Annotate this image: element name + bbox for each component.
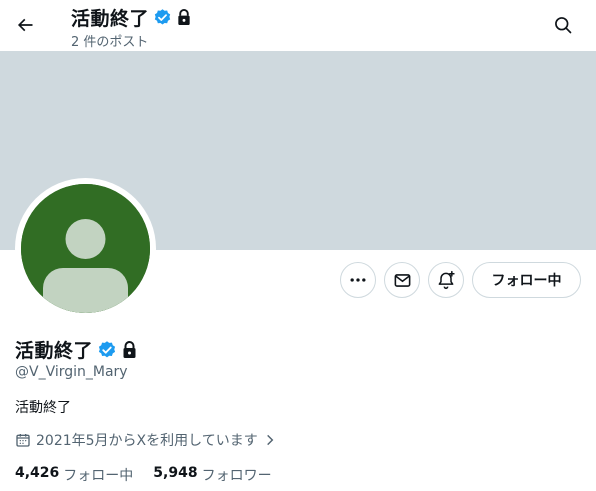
followers-count: 5,948 [153, 465, 198, 481]
joined-date: 2021年5月からXを利用しています [15, 430, 277, 450]
lock-icon [123, 340, 136, 358]
header-name: 活動終了 [71, 8, 150, 30]
search-button[interactable] [546, 8, 580, 42]
lock-icon [178, 9, 190, 26]
following-count: 4,426 [15, 465, 60, 481]
top-bar: 活動終了 2 件のポスト [0, 0, 596, 51]
post-count: 2 件のポスト [71, 35, 149, 50]
chevron-right-icon[interactable] [263, 433, 277, 447]
profile-display-name: 活動終了 [15, 336, 138, 363]
message-button[interactable] [384, 262, 420, 298]
message-icon [394, 273, 410, 287]
follow-stats: 4,426 フォロー中 5,948 フォロワー [15, 465, 272, 485]
header-title: 活動終了 [71, 4, 192, 31]
notification-bell-icon [438, 270, 455, 290]
verified-badge-icon [154, 9, 171, 25]
verified-badge-icon[interactable] [97, 340, 117, 360]
more-button[interactable] [340, 262, 376, 298]
notification-button[interactable] [428, 262, 464, 298]
profile-actions: フォロー中 [0, 262, 596, 298]
back-button[interactable] [8, 8, 42, 42]
user-handle: @V_Virgin_Mary [15, 364, 128, 380]
arrow-left-icon [17, 18, 33, 32]
joined-text: 2021年5月からXを利用しています [36, 433, 258, 449]
display-name: 活動終了 [15, 340, 94, 362]
more-icon [350, 278, 366, 282]
search-icon [555, 17, 572, 34]
profile-bio: 活動終了 [15, 400, 71, 416]
calendar-icon [16, 434, 30, 447]
following-link[interactable]: 4,426 フォロー中 [15, 465, 133, 485]
following-label: フォロー中 [63, 468, 134, 484]
following-button[interactable]: フォロー中 [472, 262, 581, 298]
followers-label: フォロワー [201, 468, 272, 484]
followers-link[interactable]: 5,948 フォロワー [153, 465, 271, 485]
